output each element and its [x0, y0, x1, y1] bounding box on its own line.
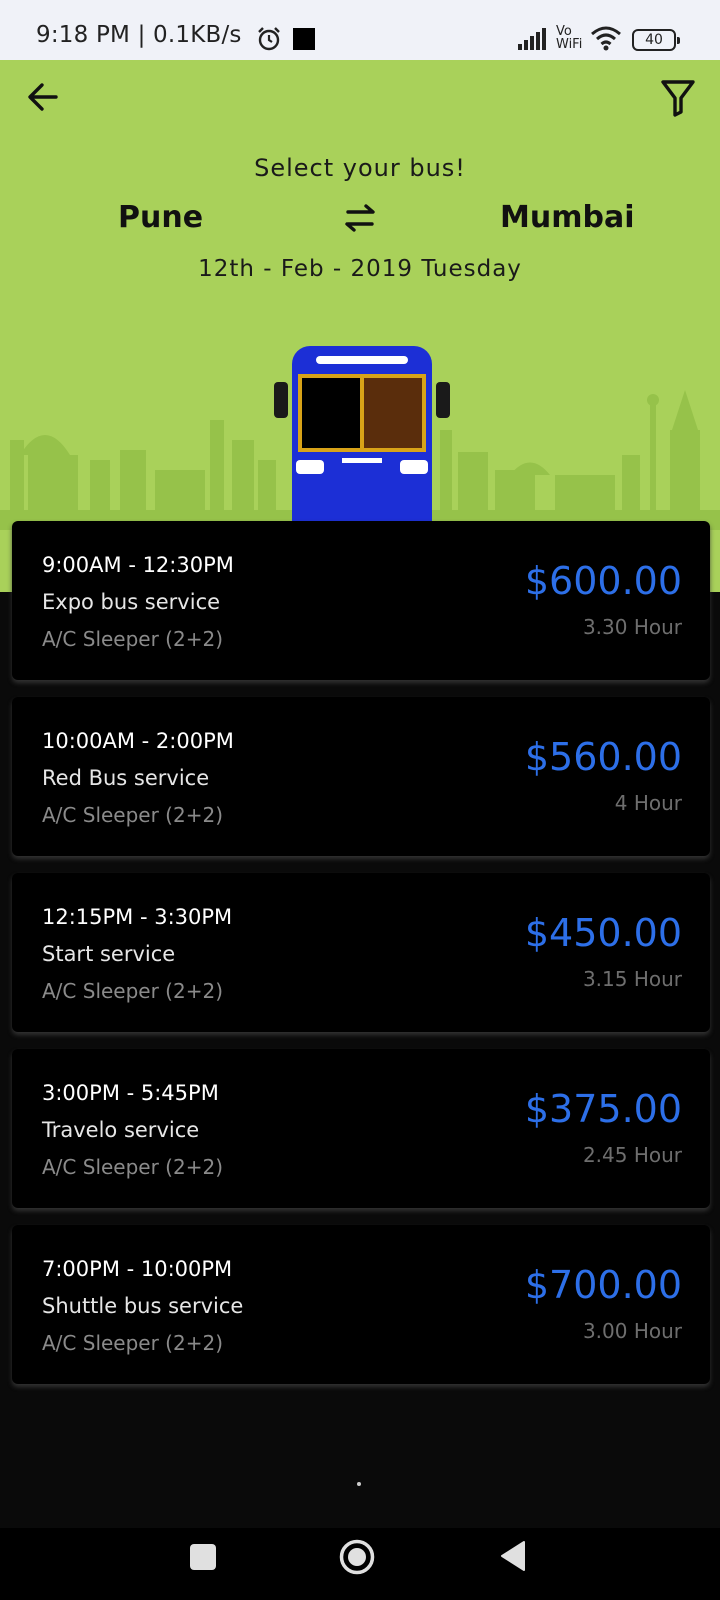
swap-direction-icon[interactable]: [340, 200, 380, 236]
trip-price: $450.00: [524, 911, 682, 955]
page-title: Select your bus!: [254, 154, 466, 182]
scroll-indicator-dot: [357, 1482, 361, 1486]
operator-name: Shuttle bus service: [42, 1294, 244, 1318]
trip-time: 9:00AM - 12:30PM: [42, 553, 234, 577]
trip-duration: 4 Hour: [614, 791, 682, 815]
vowifi-bottom: WiFi: [556, 37, 583, 52]
trip-duration: 2.45 Hour: [582, 1143, 682, 1167]
destination-city: Mumbai: [500, 200, 635, 235]
bus-type: A/C Sleeper (2+2): [42, 979, 223, 1003]
trip-price: $600.00: [524, 559, 682, 603]
recents-button[interactable]: [190, 1544, 216, 1570]
operator-name: Red Bus service: [42, 766, 210, 790]
operator-name: Travelo service: [42, 1118, 200, 1142]
bus-card[interactable]: 9:00AM - 12:30PM Expo bus service A/C Sl…: [12, 521, 710, 680]
bus-card[interactable]: 10:00AM - 2:00PM Red Bus service A/C Sle…: [12, 697, 710, 856]
operator-name: Expo bus service: [42, 590, 221, 614]
nav-back-button[interactable]: [498, 1540, 528, 1572]
trip-price: $375.00: [524, 1087, 682, 1131]
notification-square-icon: [293, 28, 315, 50]
bus-type: A/C Sleeper (2+2): [42, 803, 223, 827]
bus-list: 9:00AM - 12:30PM Expo bus service A/C Sl…: [12, 521, 710, 1401]
trip-duration: 3.30 Hour: [582, 615, 682, 639]
bus-type: A/C Sleeper (2+2): [42, 1155, 223, 1179]
status-bar: 9:18 PM | 0.1KB/s Vo WiFi 40: [0, 0, 720, 60]
vowifi-indicator: Vo WiFi: [556, 25, 582, 51]
header: Select your bus! Pune Mumbai 12th - Feb …: [0, 60, 720, 592]
trip-duration: 3.15 Hour: [582, 967, 682, 991]
trip-time: 7:00PM - 10:00PM: [42, 1257, 233, 1281]
back-arrow-icon[interactable]: [24, 78, 62, 116]
bus-card[interactable]: 12:15PM - 3:30PM Start service A/C Sleep…: [12, 873, 710, 1032]
trip-time: 10:00AM - 2:00PM: [42, 729, 234, 753]
bus-type: A/C Sleeper (2+2): [42, 1331, 223, 1355]
filter-icon[interactable]: [660, 78, 696, 118]
status-time: 9:18 PM | 0.1KB/s: [36, 22, 242, 48]
origin-city: Pune: [118, 200, 204, 235]
bus-card[interactable]: 7:00PM - 10:00PM Shuttle bus service A/C…: [12, 1225, 710, 1384]
trip-price: $700.00: [524, 1263, 682, 1307]
signal-icon: [518, 28, 546, 50]
bus-type: A/C Sleeper (2+2): [42, 627, 223, 651]
trip-duration: 3.00 Hour: [582, 1319, 682, 1343]
travel-date: 12th - Feb - 2019 Tuesday: [198, 256, 522, 282]
operator-name: Start service: [42, 942, 176, 966]
wifi-icon: [591, 26, 621, 51]
home-button[interactable]: [338, 1538, 376, 1576]
trip-time: 3:00PM - 5:45PM: [42, 1081, 219, 1105]
battery-icon: 40: [632, 29, 680, 51]
bus-card[interactable]: 3:00PM - 5:45PM Travelo service A/C Slee…: [12, 1049, 710, 1208]
alarm-icon: [258, 27, 280, 51]
trip-price: $560.00: [524, 735, 682, 779]
trip-time: 12:15PM - 3:30PM: [42, 905, 233, 929]
